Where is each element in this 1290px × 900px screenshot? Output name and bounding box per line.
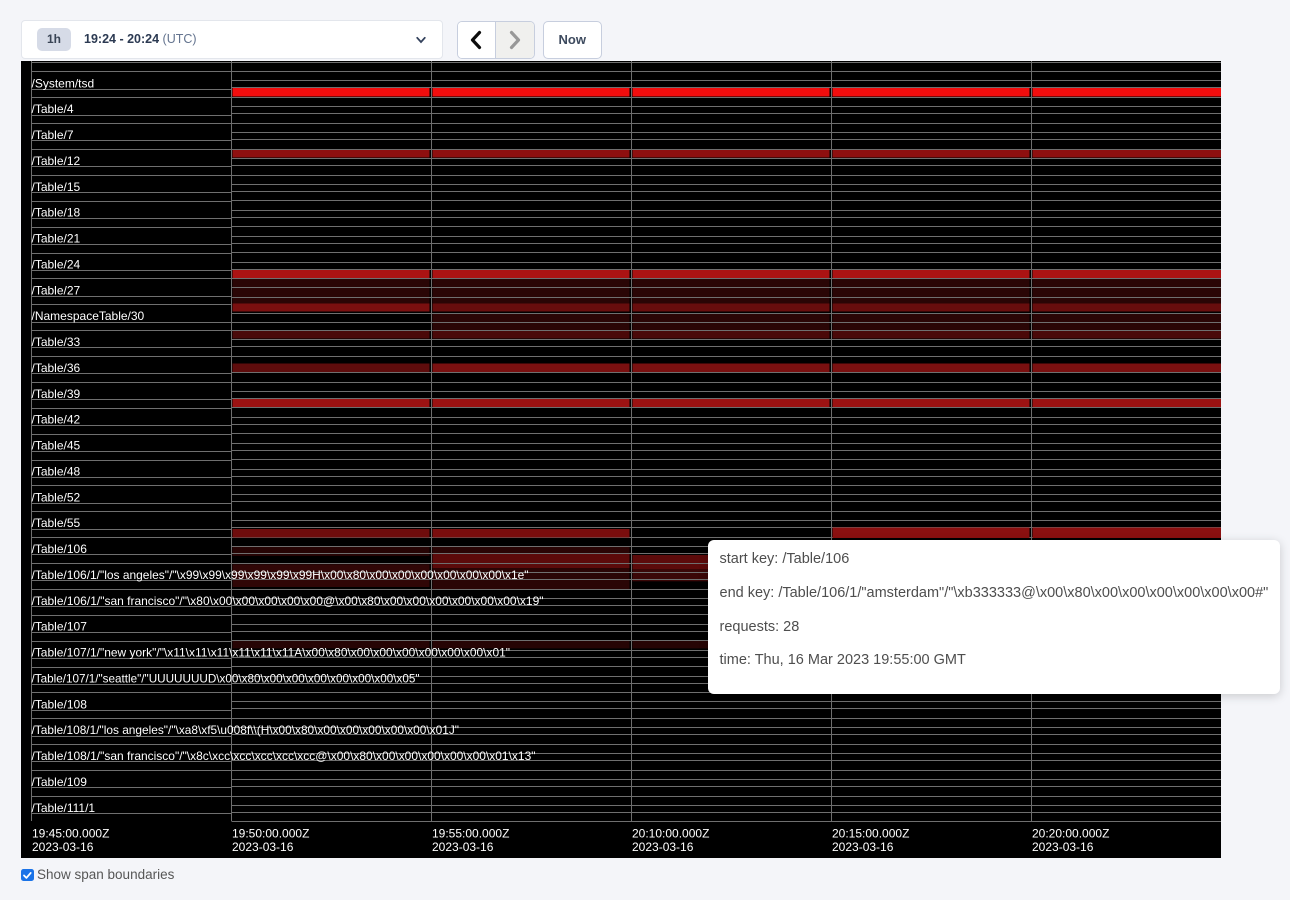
svg-text:/Table/109: /Table/109 <box>32 775 88 789</box>
svg-text:/Table/27: /Table/27 <box>32 283 81 297</box>
svg-text:/Table/106/1/"san francisco"/": /Table/106/1/"san francisco"/"\x80\x00\x… <box>32 594 544 608</box>
svg-text:2023-03-16: 2023-03-16 <box>632 840 694 854</box>
svg-text:/System/tsd: /System/tsd <box>32 76 95 90</box>
svg-text:/Table/36: /Table/36 <box>32 361 81 375</box>
svg-text:2023-03-16: 2023-03-16 <box>832 840 894 854</box>
svg-text:/Table/107/1/"new york"/"\x11\: /Table/107/1/"new york"/"\x11\x11\x11\x1… <box>32 646 511 660</box>
svg-text:/Table/21: /Table/21 <box>32 232 81 246</box>
svg-text:19:45:00.000Z: 19:45:00.000Z <box>32 827 109 841</box>
svg-text:/Table/12: /Table/12 <box>32 154 81 168</box>
svg-text:/Table/108: /Table/108 <box>32 697 88 711</box>
svg-text:/NamespaceTable/30: /NamespaceTable/30 <box>32 309 145 323</box>
svg-text:/Table/107: /Table/107 <box>32 620 88 634</box>
svg-text:2023-03-16: 2023-03-16 <box>432 840 494 854</box>
svg-text:/Table/15: /Table/15 <box>32 180 81 194</box>
svg-text:20:20:00.000Z: 20:20:00.000Z <box>1032 827 1109 841</box>
svg-text:/Table/45: /Table/45 <box>32 439 81 453</box>
svg-text:20:10:00.000Z: 20:10:00.000Z <box>632 827 709 841</box>
svg-text:/Table/108/1/"los angeles"/"\x: /Table/108/1/"los angeles"/"\xa8\xf5\u00… <box>32 723 460 737</box>
svg-text:2023-03-16: 2023-03-16 <box>32 840 94 854</box>
svg-text:/Table/24: /Table/24 <box>32 257 81 271</box>
svg-text:/Table/4: /Table/4 <box>32 102 74 116</box>
svg-text:2023-03-16: 2023-03-16 <box>1032 840 1094 854</box>
svg-text:20:15:00.000Z: 20:15:00.000Z <box>832 827 909 841</box>
svg-text:2023-03-16: 2023-03-16 <box>232 840 294 854</box>
svg-text:19:55:00.000Z: 19:55:00.000Z <box>432 827 509 841</box>
svg-text:/Table/111/1: /Table/111/1 <box>32 801 96 815</box>
svg-text:/Table/107/1/"seattle"/"UUUUUU: /Table/107/1/"seattle"/"UUUUUUUD\x00\x80… <box>32 671 420 685</box>
svg-text:/Table/39: /Table/39 <box>32 387 81 401</box>
svg-text:/Table/55: /Table/55 <box>32 516 81 530</box>
svg-text:/Table/18: /Table/18 <box>32 206 81 220</box>
svg-text:/Table/106: /Table/106 <box>32 542 88 556</box>
svg-text:/Table/42: /Table/42 <box>32 413 81 427</box>
svg-text:/Table/33: /Table/33 <box>32 335 81 349</box>
svg-text:/Table/52: /Table/52 <box>32 490 81 504</box>
svg-text:/Table/7: /Table/7 <box>32 128 74 142</box>
svg-text:19:50:00.000Z: 19:50:00.000Z <box>232 827 309 841</box>
svg-text:/Table/108/1/"san francisco"/": /Table/108/1/"san francisco"/"\x8c\xcc\x… <box>32 749 536 763</box>
svg-text:/Table/106/1/"los angeles"/"\x: /Table/106/1/"los angeles"/"\x99\x99\x99… <box>32 568 529 582</box>
svg-text:/Table/48: /Table/48 <box>32 464 81 478</box>
